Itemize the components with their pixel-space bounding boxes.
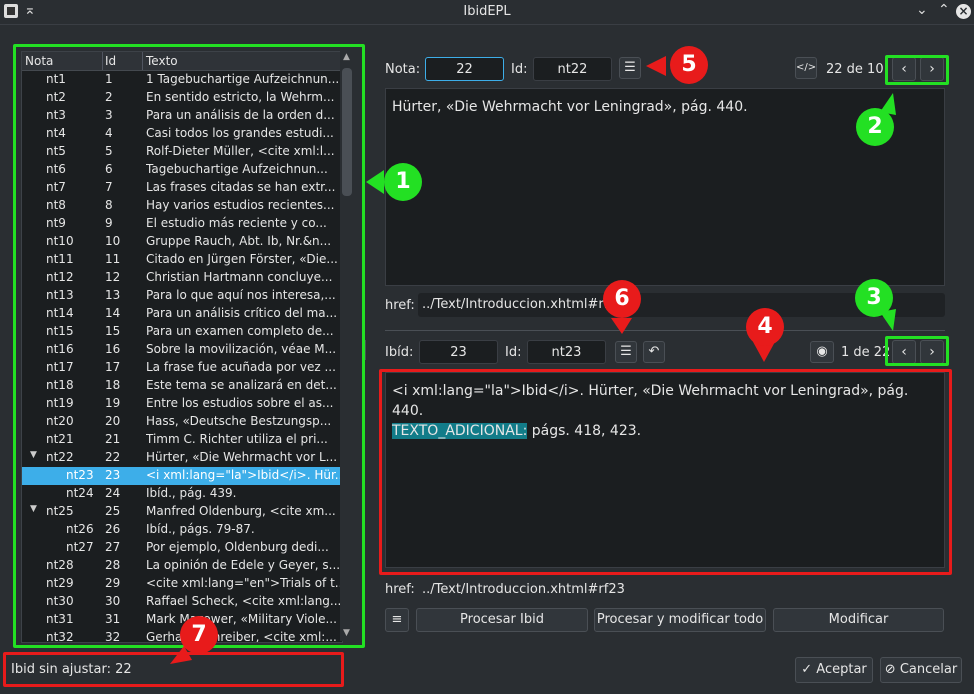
annotation-arrows xyxy=(170,56,896,664)
annotation-marker-4: 4 xyxy=(746,308,784,346)
annotation-marker-2: 2 xyxy=(856,108,894,146)
annotation-marker-5: 5 xyxy=(670,46,708,84)
annotation-marker-3: 3 xyxy=(855,279,893,317)
annotation-marker-1: 1 xyxy=(384,163,422,201)
annotation-marker-7: 7 xyxy=(180,616,218,654)
annotation-marker-6: 6 xyxy=(603,280,641,318)
